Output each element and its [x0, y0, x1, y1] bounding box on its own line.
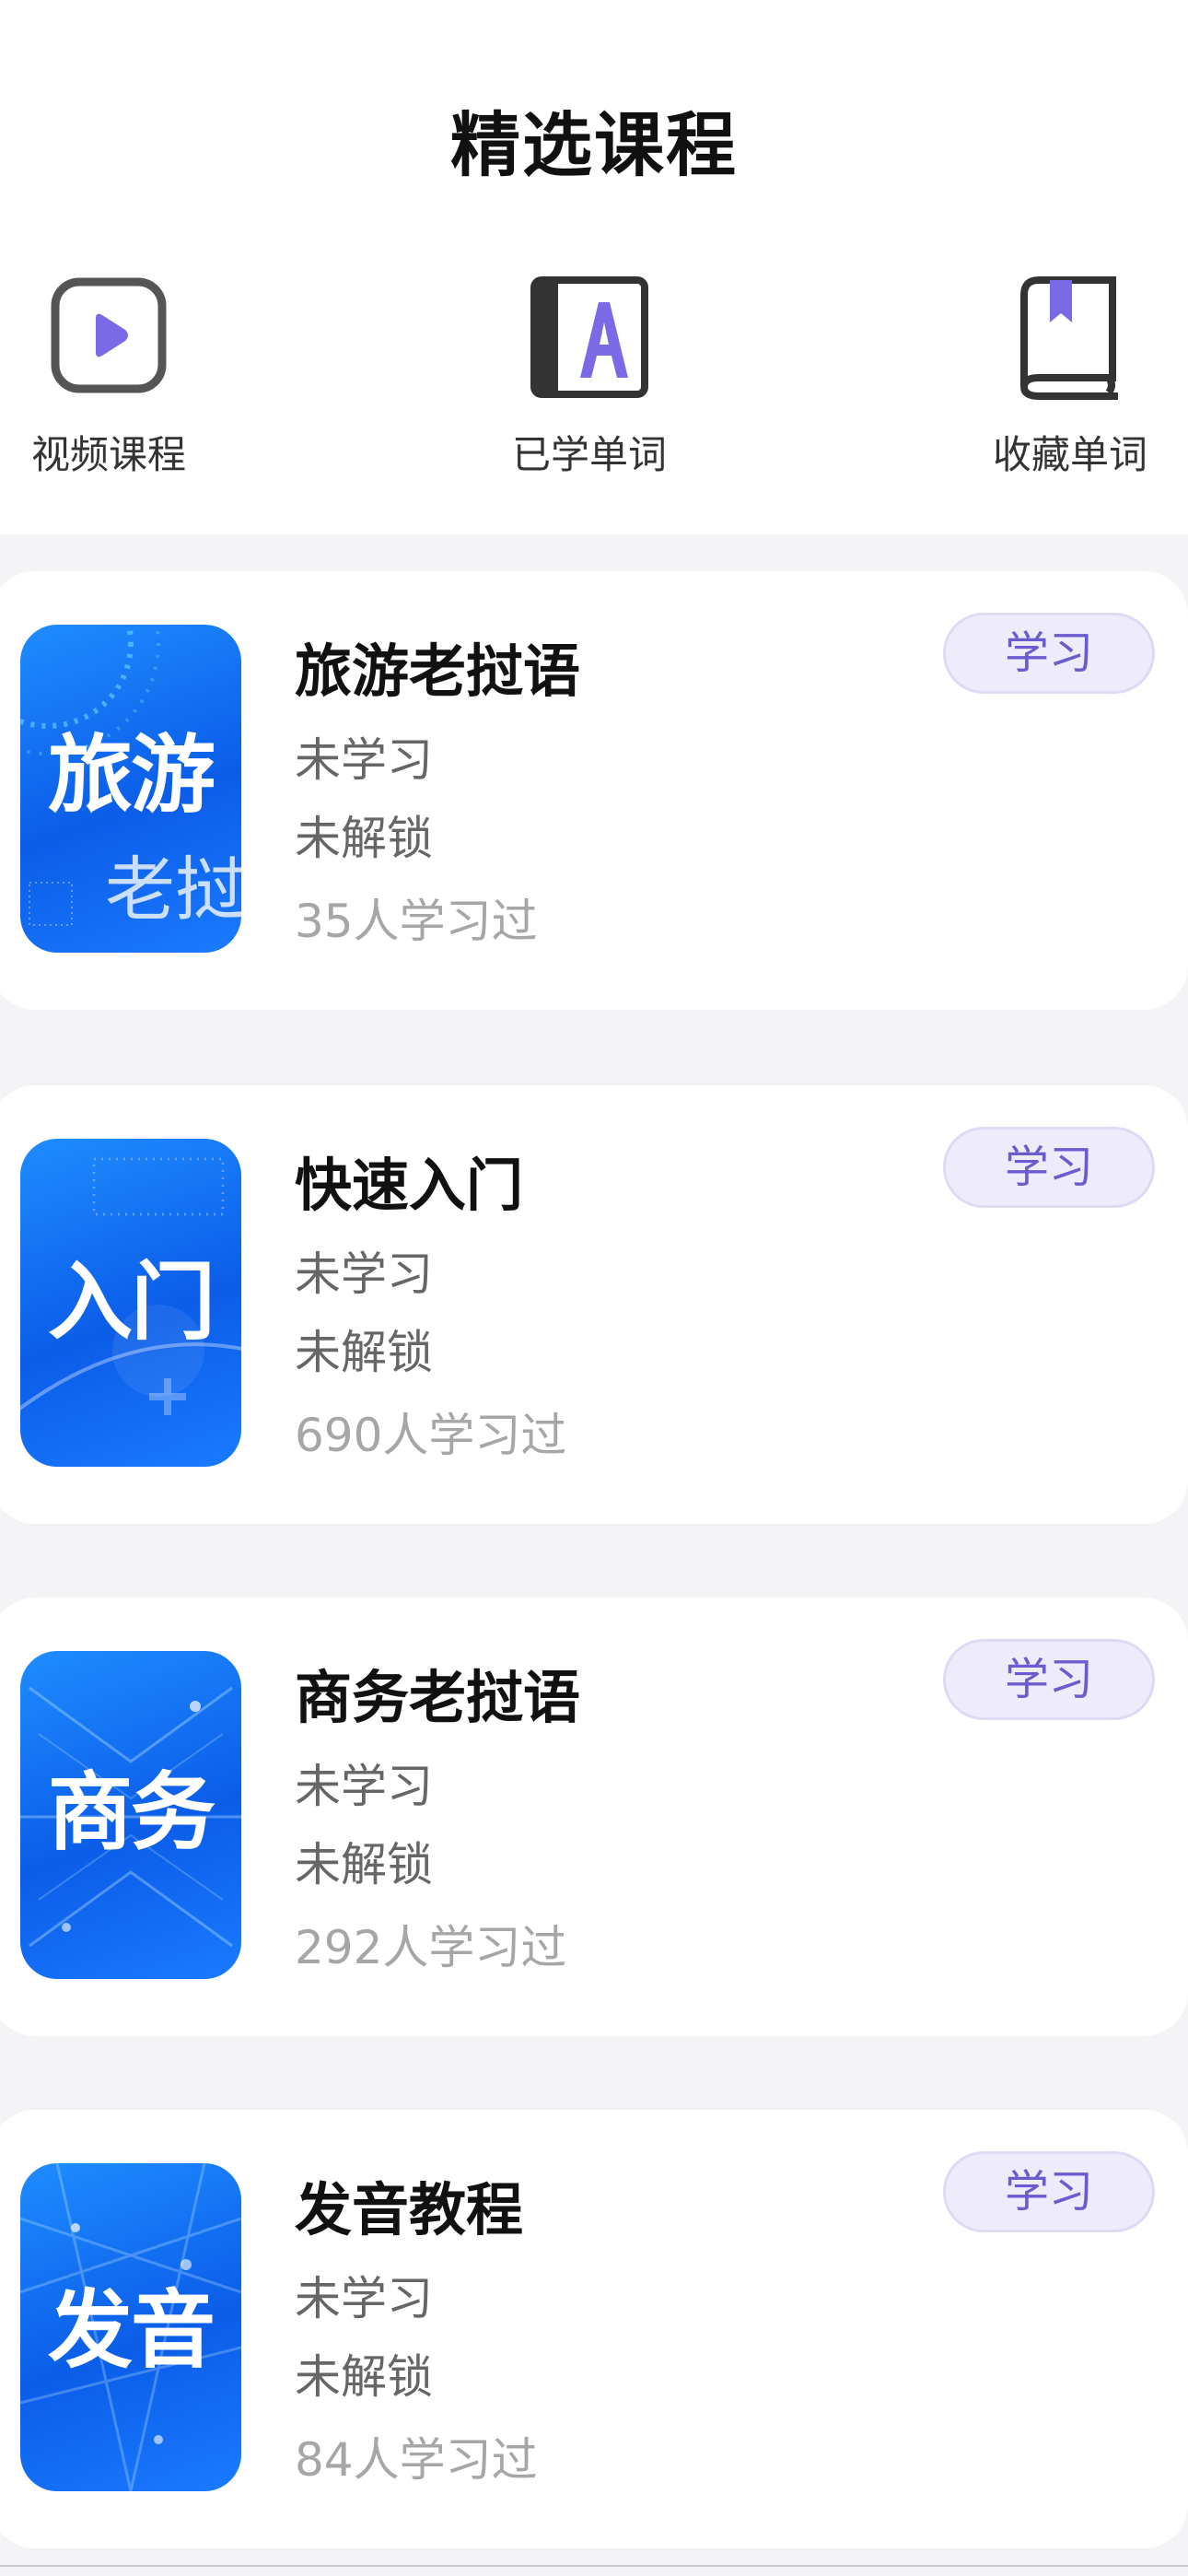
course-card[interactable]: 入门 快速入门 未学习 未解锁 690人学习过 学习 [0, 1085, 1188, 1524]
course-lock-status: 未解锁 [295, 1326, 433, 1379]
video-play-icon [35, 275, 182, 404]
course-title: 旅游老挝语 [295, 638, 581, 705]
course-card[interactable]: 发音 发音教程 未学习 未解锁 84人学习过 学习 [0, 2110, 1188, 2548]
thumbnail-text: 发音 [47, 2281, 215, 2380]
bookmark-book-icon [996, 275, 1144, 404]
thumbnail-subtext: 老挝 [105, 849, 241, 931]
course-lock-status: 未解锁 [295, 1838, 433, 1891]
study-button[interactable]: 学习 [943, 1639, 1155, 1720]
course-lock-status: 未解锁 [295, 2350, 433, 2404]
letter-a-book-icon [516, 275, 663, 404]
course-title: 发音教程 [295, 2176, 524, 2243]
course-lock-status: 未解锁 [295, 812, 433, 865]
course-thumbnail: 入门 [20, 1139, 241, 1467]
thumbnail-text: 商务 [47, 1763, 215, 1862]
course-status: 未学习 [295, 733, 433, 787]
thumbnail-text: 入门 [47, 1253, 215, 1352]
quick-action-video-courses[interactable]: 视频课程 [7, 275, 210, 480]
quick-action-favorite-words[interactable]: 收藏单词 [969, 275, 1171, 480]
course-card[interactable]: 商务 商务老挝语 未学习 未解锁 292人学习过 学习 [0, 1598, 1188, 2036]
page-title: 精选课程 [450, 104, 738, 186]
course-status: 未学习 [295, 1247, 433, 1301]
course-title: 快速入门 [295, 1152, 524, 1219]
bottom-divider [0, 2565, 1188, 2567]
quick-action-label: 视频课程 [30, 432, 186, 477]
course-learner-count: 292人学习过 [295, 1921, 567, 1974]
course-thumbnail: 发音 [20, 2163, 241, 2491]
course-card[interactable]: 旅游 老挝 旅游老挝语 未学习 未解锁 35人学习过 学习 [0, 571, 1188, 1010]
course-thumbnail: 旅游 老挝 [20, 625, 241, 953]
quick-action-label: 收藏单词 [992, 432, 1147, 477]
header: 精选课程 视频课程 已学单词 收藏单词 [0, 0, 1188, 534]
course-learner-count: 35人学习过 [295, 895, 538, 948]
course-learner-count: 84人学习过 [295, 2433, 538, 2487]
study-button[interactable]: 学习 [943, 613, 1155, 694]
course-title: 商务老挝语 [295, 1664, 581, 1731]
quick-action-learned-words[interactable]: 已学单词 [488, 275, 691, 480]
course-status: 未学习 [295, 2272, 433, 2325]
thumbnail-text: 旅游 [47, 726, 215, 825]
study-button[interactable]: 学习 [943, 1127, 1155, 1208]
course-status: 未学习 [295, 1760, 433, 1813]
study-button[interactable]: 学习 [943, 2151, 1155, 2232]
course-thumbnail: 商务 [20, 1651, 241, 1979]
course-learner-count: 690人学习过 [295, 1409, 567, 1462]
quick-action-label: 已学单词 [511, 432, 667, 477]
